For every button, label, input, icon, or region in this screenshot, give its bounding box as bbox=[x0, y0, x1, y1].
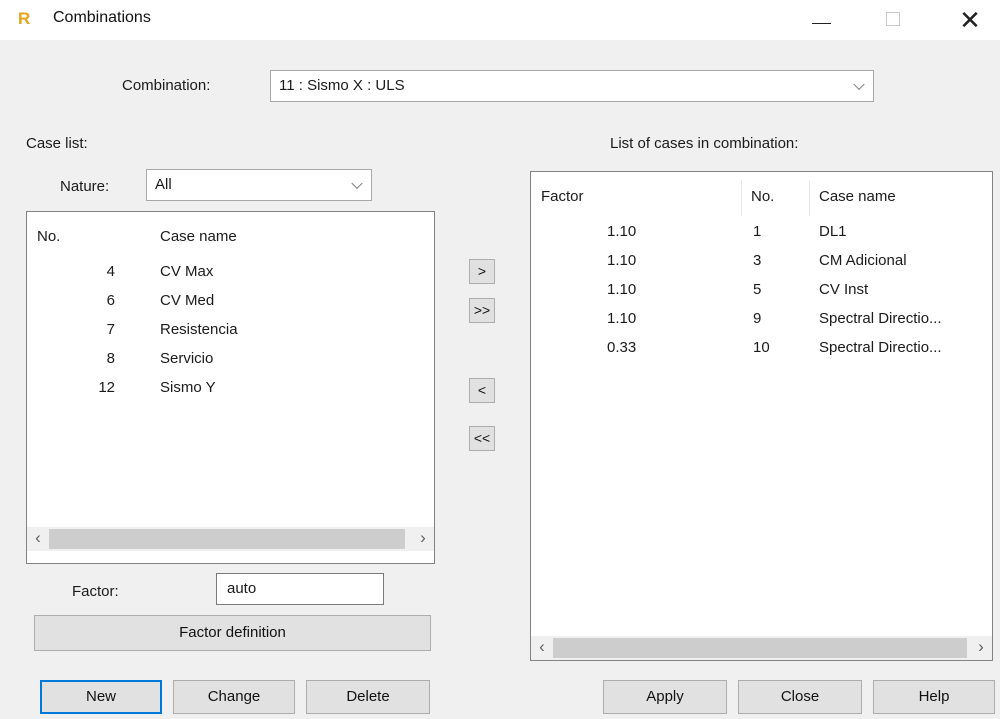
nature-value: All bbox=[155, 176, 172, 193]
add-case-button[interactable]: > bbox=[469, 259, 495, 284]
combination-row-name[interactable]: CV Inst bbox=[819, 281, 868, 298]
combination-value: 11 : Sismo X : ULS bbox=[279, 77, 405, 94]
case-list-hscrollbar[interactable]: ‹ › bbox=[27, 527, 434, 551]
column-divider bbox=[809, 180, 810, 216]
case-list-row-no[interactable]: 7 bbox=[79, 321, 115, 338]
combination-row-no[interactable]: 10 bbox=[753, 339, 770, 356]
change-button[interactable]: Change bbox=[173, 680, 295, 714]
case-list-header-name[interactable]: Case name bbox=[160, 228, 237, 245]
combination-row-factor[interactable]: 1.10 bbox=[607, 310, 636, 327]
case-list-label: Case list: bbox=[26, 135, 88, 152]
close-button[interactable]: Close bbox=[738, 680, 862, 714]
combination-list-header-no[interactable]: No. bbox=[751, 188, 774, 205]
combination-label: Combination: bbox=[122, 77, 211, 94]
nature-select[interactable]: All bbox=[146, 169, 372, 201]
scroll-thumb[interactable] bbox=[553, 638, 967, 658]
minimize-icon[interactable] bbox=[812, 12, 834, 32]
case-list-row-no[interactable]: 8 bbox=[79, 350, 115, 367]
combination-row-no[interactable]: 3 bbox=[753, 252, 761, 269]
scroll-thumb[interactable] bbox=[49, 529, 405, 549]
scroll-right-icon[interactable]: › bbox=[414, 527, 432, 551]
new-button[interactable]: New bbox=[40, 680, 162, 714]
factor-input[interactable]: auto bbox=[216, 573, 384, 605]
nature-label: Nature: bbox=[60, 178, 110, 195]
scroll-left-icon[interactable]: ‹ bbox=[533, 636, 551, 660]
case-list-row-name[interactable]: CV Med bbox=[160, 292, 214, 309]
case-list-row-no[interactable]: 6 bbox=[79, 292, 115, 309]
case-list-row-no[interactable]: 12 bbox=[79, 379, 115, 396]
case-list-row-no[interactable]: 4 bbox=[79, 263, 115, 280]
remove-all-cases-button[interactable]: << bbox=[469, 426, 495, 451]
scroll-right-icon[interactable]: › bbox=[972, 636, 990, 660]
combination-row-name[interactable]: Spectral Directio... bbox=[819, 339, 942, 356]
window-title: Combinations bbox=[53, 9, 151, 26]
chevron-down-icon bbox=[853, 78, 865, 91]
scroll-left-icon[interactable]: ‹ bbox=[29, 527, 47, 551]
combination-select[interactable]: 11 : Sismo X : ULS bbox=[270, 70, 874, 102]
combination-list-panel[interactable]: Factor No. Case name 1.10 1 DL1 1.10 3 C… bbox=[530, 171, 993, 661]
column-divider bbox=[741, 180, 742, 216]
factor-label: Factor: bbox=[72, 583, 119, 600]
combination-row-factor[interactable]: 1.10 bbox=[607, 223, 636, 240]
help-button[interactable]: Help bbox=[873, 680, 995, 714]
maximize-icon[interactable] bbox=[886, 12, 900, 26]
factor-definition-button[interactable]: Factor definition bbox=[34, 615, 431, 651]
combination-row-no[interactable]: 9 bbox=[753, 310, 761, 327]
combination-list-header-name[interactable]: Case name bbox=[819, 188, 896, 205]
delete-button[interactable]: Delete bbox=[306, 680, 430, 714]
combination-row-no[interactable]: 5 bbox=[753, 281, 761, 298]
app-icon: R bbox=[18, 9, 31, 28]
combination-list-label: List of cases in combination: bbox=[610, 135, 799, 152]
combination-row-name[interactable]: DL1 bbox=[819, 223, 847, 240]
case-list-row-name[interactable]: CV Max bbox=[160, 263, 213, 280]
close-icon[interactable]: ✕ bbox=[955, 5, 985, 35]
combination-list-hscrollbar[interactable]: ‹ › bbox=[531, 636, 992, 660]
add-all-cases-button[interactable]: >> bbox=[469, 298, 495, 323]
combination-row-name[interactable]: CM Adicional bbox=[819, 252, 907, 269]
combination-row-factor[interactable]: 1.10 bbox=[607, 252, 636, 269]
case-list-header-no[interactable]: No. bbox=[37, 228, 60, 245]
combination-row-factor[interactable]: 1.10 bbox=[607, 281, 636, 298]
combination-row-factor[interactable]: 0.33 bbox=[607, 339, 636, 356]
chevron-down-icon bbox=[351, 177, 363, 190]
combination-list-header-factor[interactable]: Factor bbox=[541, 188, 584, 205]
combination-row-name[interactable]: Spectral Directio... bbox=[819, 310, 942, 327]
case-list-panel[interactable]: No. Case name 4 CV Max 6 CV Med 7 Resist… bbox=[26, 211, 435, 564]
combination-row-no[interactable]: 1 bbox=[753, 223, 761, 240]
remove-case-button[interactable]: < bbox=[469, 378, 495, 403]
case-list-row-name[interactable]: Sismo Y bbox=[160, 379, 216, 396]
case-list-row-name[interactable]: Servicio bbox=[160, 350, 213, 367]
case-list-row-name[interactable]: Resistencia bbox=[160, 321, 238, 338]
apply-button[interactable]: Apply bbox=[603, 680, 727, 714]
